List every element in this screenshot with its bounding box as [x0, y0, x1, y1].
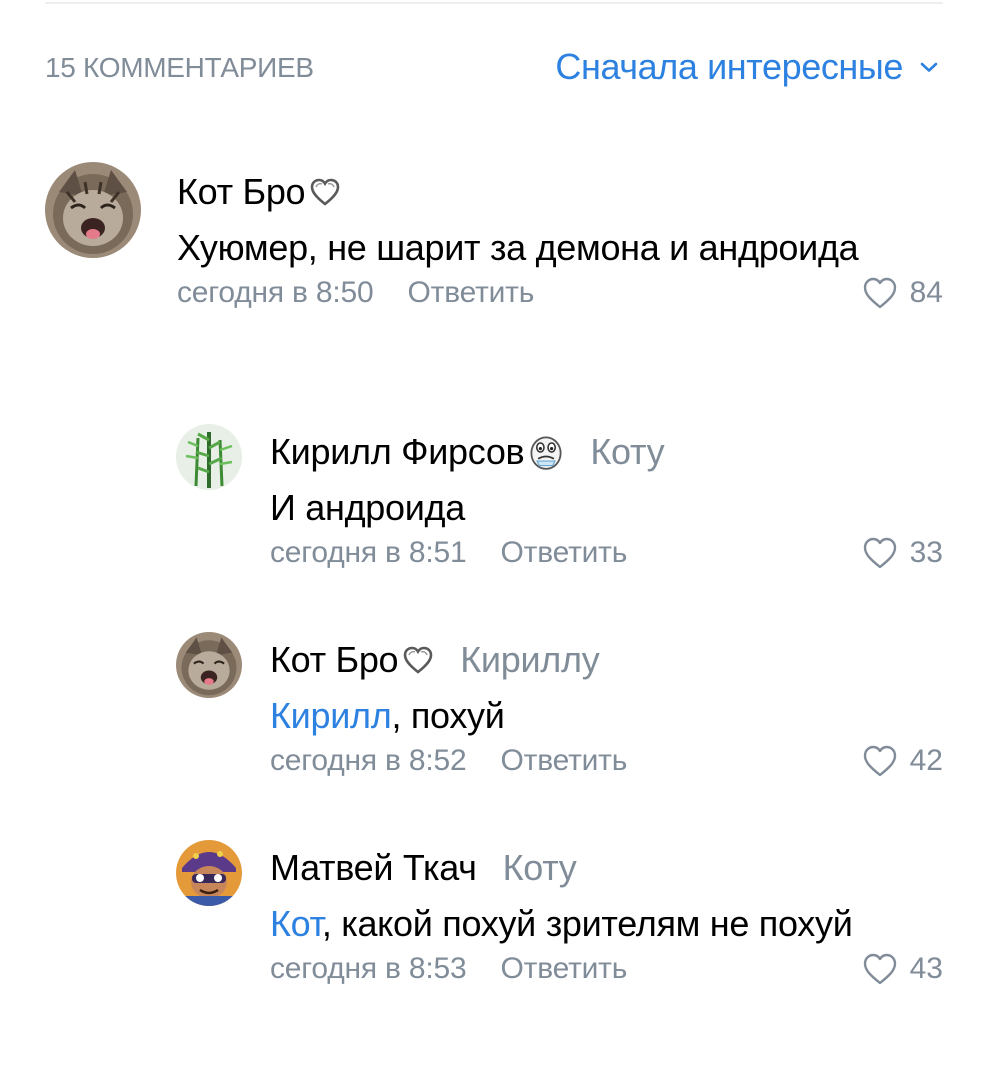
reply-button[interactable]: Ответить — [501, 744, 628, 777]
reply-to-label[interactable]: Коту — [590, 431, 664, 473]
heart-outline-icon — [863, 953, 896, 985]
reply-button[interactable]: Ответить — [501, 952, 628, 985]
like-count: 33 — [909, 536, 943, 569]
comment-text: Кот, какой похуй зрителям не похуй — [270, 896, 870, 952]
heart-outline-icon — [863, 537, 896, 569]
top-divider — [45, 2, 943, 4]
sort-dropdown-button[interactable]: Сначала интересные — [555, 46, 941, 88]
sort-label: Сначала интересные — [555, 46, 903, 87]
comment-body: Кирилл Фирсов Коту И андроида сегодня в … — [270, 430, 943, 580]
comment-time: сегодня в 8:51 — [270, 536, 467, 569]
comment-time: сегодня в 8:52 — [270, 744, 467, 777]
like-button[interactable]: 43 — [862, 952, 943, 986]
heart-outline-icon — [863, 277, 896, 309]
author-name[interactable]: Кот Бро — [270, 639, 399, 681]
comment-body: Кот Бро Хуюмер, не шарит за демона и анд… — [177, 170, 943, 320]
comment-item: Кирилл Фирсов Коту И андроида сегодня в … — [176, 422, 943, 582]
heart-outline-badge-icon — [403, 646, 433, 674]
comment-text-rest: , какой похуй зрителям не похуй — [321, 903, 853, 944]
comment-text: И андроида — [270, 487, 465, 528]
author-name[interactable]: Кирилл Фирсов — [270, 431, 525, 473]
comment-time: сегодня в 8:50 — [177, 276, 374, 309]
heart-outline-icon — [863, 745, 896, 777]
plant-avatar-icon[interactable] — [176, 424, 242, 490]
mention-link[interactable]: Кот — [270, 903, 322, 944]
reply-to-label[interactable]: Коту — [503, 847, 577, 889]
like-button[interactable]: 42 — [862, 744, 943, 778]
comment-text-rest: , похуй — [391, 695, 505, 736]
like-count: 84 — [909, 276, 943, 309]
mention-link[interactable]: Кирилл — [270, 695, 392, 736]
like-button[interactable]: 33 — [862, 536, 943, 570]
comments-header: 15 КОММЕНТАРИЕВ Сначала интересные — [45, 44, 943, 92]
like-count: 42 — [909, 744, 943, 777]
comment-item: Кот Бро Хуюмер, не шарит за демона и анд… — [45, 160, 943, 370]
comment-text: Хуюмер, не шарит за демона и андроида — [177, 227, 859, 268]
comment-body: Матвей Ткач Коту Кот, какой похуй зрител… — [270, 846, 943, 996]
comments-count-label: 15 КОММЕНТАРИЕВ — [45, 52, 314, 83]
reply-button[interactable]: Ответить — [501, 536, 628, 569]
author-name[interactable]: Кот Бро — [177, 171, 306, 213]
cat-avatar-icon[interactable] — [45, 162, 141, 258]
like-button[interactable]: 84 — [862, 276, 943, 310]
like-count: 43 — [909, 952, 943, 985]
chevron-down-icon — [920, 62, 938, 72]
comment-body: Кот Бро Кириллу Кирилл, похуй сегодня в … — [270, 638, 943, 788]
reply-button[interactable]: Ответить — [408, 276, 535, 309]
comment-text: Кирилл, похуй — [270, 688, 943, 744]
cat-avatar-icon[interactable] — [176, 632, 242, 698]
comment-item: Кот Бро Кириллу Кирилл, похуй сегодня в … — [176, 632, 943, 792]
comment-item: Матвей Ткач Коту Кот, какой похуй зрител… — [176, 840, 943, 1060]
comment-time: сегодня в 8:53 — [270, 952, 467, 985]
heart-outline-badge-icon — [310, 178, 340, 206]
author-name[interactable]: Матвей Ткач — [270, 847, 477, 889]
reply-to-label[interactable]: Кириллу — [460, 639, 599, 681]
cartoon-avatar-icon[interactable] — [176, 840, 242, 906]
crying-face-badge-icon — [530, 436, 562, 470]
